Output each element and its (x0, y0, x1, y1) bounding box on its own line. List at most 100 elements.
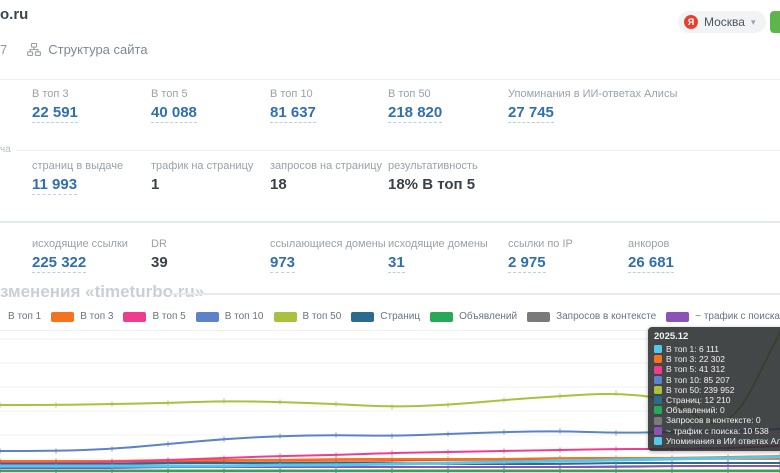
site-structure-label: Структура сайта (48, 42, 147, 57)
site-structure-link[interactable]: Структура сайта (27, 42, 147, 57)
metric-value[interactable]: 22 591 (32, 104, 78, 123)
tooltip-row: В топ 50: 239 952 (654, 385, 780, 395)
legend-swatch-icon (430, 312, 453, 322)
tooltip-row: В топ 5: 41 312 (654, 364, 780, 374)
legend-item[interactable]: В топ 1 (8, 311, 41, 323)
metric-cell: страниц в выдаче11 993 (32, 160, 123, 195)
metric-cell: результативность 18% В топ 5 (388, 160, 478, 194)
tooltip-text: В топ 5: 41 312 (666, 364, 725, 374)
legend-label: В топ 10 (225, 311, 264, 323)
metric-label: результативность (388, 160, 478, 172)
tooltip-swatch-icon (654, 355, 662, 363)
legend-label: ~ трафик с поиска (695, 311, 780, 323)
header-divider (0, 79, 780, 80)
section-divider (0, 150, 780, 151)
metrics-row-pages: страниц в выдаче11 993 трафик на страницу… (0, 160, 780, 206)
metric-value[interactable]: 2 975 (508, 254, 546, 273)
metric-label: анкоров (628, 238, 674, 250)
tooltip-text: В топ 10: 85 207 (666, 375, 730, 385)
tooltip-swatch-icon (654, 376, 662, 384)
site-title: o.ru (0, 6, 28, 23)
tooltip-text: В топ 1: 6 111 (666, 344, 719, 354)
tooltip-swatch-icon (654, 427, 662, 435)
legend-label: В топ 50 (303, 311, 342, 323)
metric-value[interactable]: 27 745 (508, 104, 554, 123)
metric-value[interactable]: 40 088 (151, 104, 197, 123)
tooltip-period: 2025.12 (654, 331, 780, 343)
metric-cell: В топ 10 81 637 (270, 88, 316, 123)
legend-item[interactable]: В топ 5 (123, 311, 185, 323)
metric-cell: анкоров 26 681 (628, 238, 674, 273)
changes-section-title: зменения «timeturbo.ru» (0, 282, 204, 302)
metric-cell: Упоминания в ИИ-ответах Алисы27 745 (508, 88, 677, 123)
metric-label: трафик на страницу (151, 160, 253, 172)
tooltip-row: Страниц: 12 210 (654, 395, 780, 405)
tooltip-text: ~ трафик с поиска: 10 538 (666, 426, 769, 436)
metric-label: запросов на страницу (270, 160, 382, 172)
legend-swatch-icon (123, 312, 146, 322)
tooltip-text: Упоминания в ИИ ответах Алисы: 25 1 (666, 436, 780, 446)
legend-item[interactable]: В топ 10 (196, 311, 264, 323)
metric-cell: запросов на страницу18 (270, 160, 382, 194)
tooltip-text: Страниц: 12 210 (666, 395, 731, 405)
metric-label: В топ 50 (388, 88, 442, 100)
action-button-clipped[interactable] (770, 11, 780, 33)
metric-label: DR (151, 238, 168, 250)
tooltip-swatch-icon (654, 437, 662, 445)
metric-cell: трафик на страницу 1 (151, 160, 253, 194)
legend-label: Страниц (380, 311, 420, 323)
metric-label: ссылки по IP (508, 238, 573, 250)
legend-swatch-icon (666, 312, 689, 322)
legend-swatch-icon (196, 312, 219, 322)
tooltip-swatch-icon (654, 386, 662, 394)
legend-item[interactable]: Объявлений (430, 311, 517, 323)
legend-item[interactable]: Страниц (351, 311, 420, 323)
metric-label: В топ 5 (151, 88, 197, 100)
tooltip-swatch-icon (654, 396, 662, 404)
metric-cell: В топ 50 218 820 (388, 88, 442, 123)
legend-label: В топ 5 (152, 311, 185, 323)
legend-item[interactable]: ~ трафик с поиска (666, 311, 780, 323)
tooltip-swatch-icon (654, 366, 662, 374)
metric-label: В топ 3 (32, 88, 78, 100)
metric-value: 18% В топ 5 (388, 176, 475, 193)
tooltip-text: Запросов в контексте: 0 (666, 415, 761, 425)
metrics-row-tops: В топ 3 22 591 В топ 5 40 088 В топ 10 81 637… (0, 88, 780, 134)
chevron-down-icon: ▾ (751, 17, 756, 28)
legend-item[interactable]: В топ 50 (274, 311, 342, 323)
legend-swatch-icon (274, 312, 297, 322)
chart-legend: В топ 1 В топ 3 В топ 5 В топ 10 В топ 50 Стр… (8, 310, 780, 324)
metrics-row-links: исходящие ссылки 225 322 DR39 ссылающиеся д… (0, 238, 780, 284)
metric-value[interactable]: 973 (270, 254, 295, 273)
tooltip-text: В топ 3: 22 302 (666, 354, 725, 364)
region-city: Москва (704, 15, 745, 29)
metric-value[interactable]: 31 (388, 254, 405, 273)
metric-value[interactable]: 11 993 (32, 176, 77, 195)
metric-value[interactable]: 225 322 (32, 254, 86, 273)
metric-label: В топ 10 (270, 88, 316, 100)
metric-value[interactable]: 81 637 (270, 104, 316, 123)
metric-value: 1 (151, 176, 159, 193)
metric-label: исходящие ссылки (32, 238, 128, 250)
legend-item[interactable]: В топ 3 (51, 311, 113, 323)
metric-cell: исходящие ссылки 225 322 (32, 238, 128, 273)
legend-swatch-icon (51, 312, 74, 322)
section-title-rule (170, 293, 780, 295)
legend-item[interactable]: Запросов в контексте (527, 311, 656, 323)
metric-value[interactable]: 218 820 (388, 104, 442, 123)
metric-value[interactable]: 26 681 (628, 254, 674, 273)
metric-label: ссылающиеся домены (270, 238, 386, 250)
tooltip-swatch-icon (654, 345, 662, 353)
tooltip-row: Объявлений: 0 (654, 405, 780, 415)
section-divider (0, 221, 780, 223)
legend-label: В топ 3 (80, 311, 113, 323)
metric-cell: DR39 (151, 238, 168, 272)
legend-label: Запросов в контексте (556, 311, 656, 323)
legend-swatch-icon (527, 312, 550, 322)
section-label-fragment: ча (0, 144, 16, 155)
metric-cell: ссылки по IP 2 975 (508, 238, 573, 273)
tooltip-swatch-icon (654, 406, 662, 414)
subnav-count: 7 (0, 42, 7, 57)
chart-tooltip: 2025.12 В топ 1: 6 111В топ 3: 22 302В т… (648, 327, 780, 451)
region-selector[interactable]: Я Москва ▾ (678, 11, 766, 33)
